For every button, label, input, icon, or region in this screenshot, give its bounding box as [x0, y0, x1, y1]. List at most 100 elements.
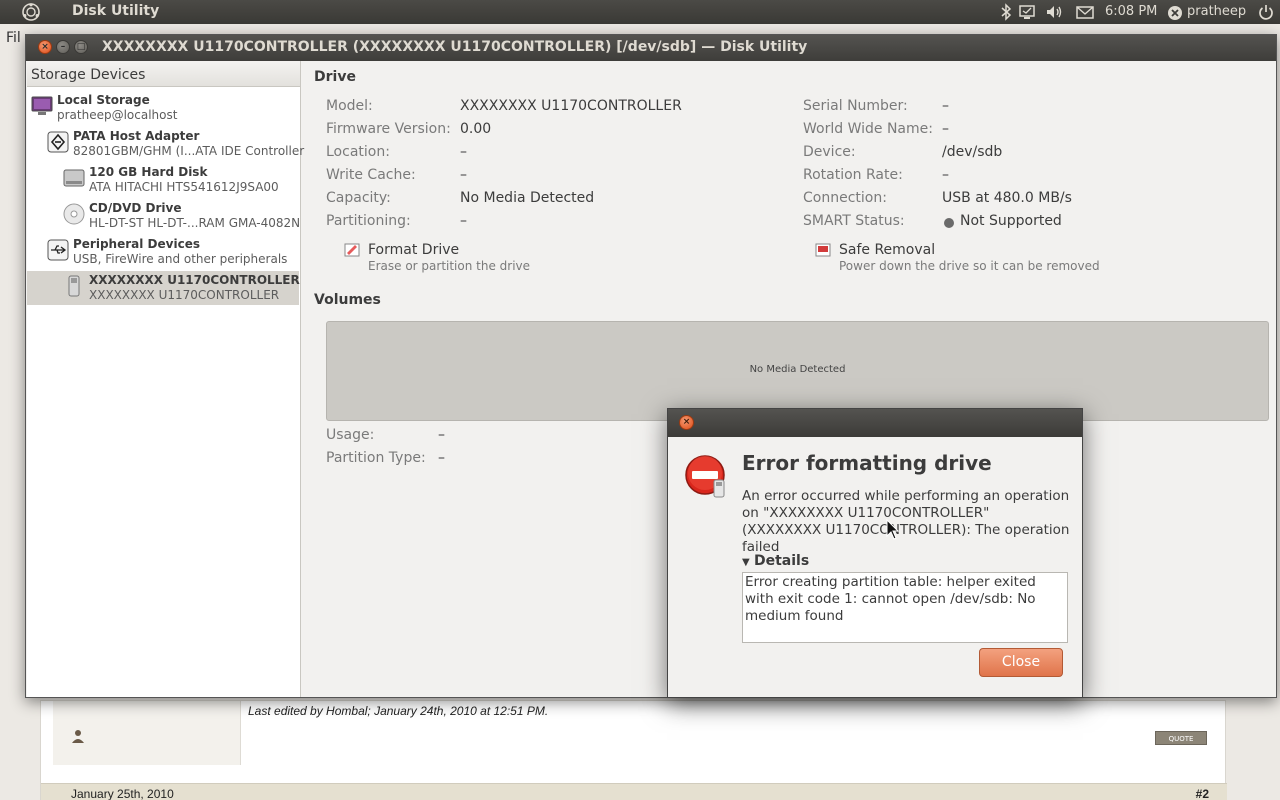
ubuntu-logo-icon[interactable]: [22, 3, 40, 21]
bluetooth-icon[interactable]: [1000, 3, 1012, 21]
format-drive-subtitle: Erase or partition the drive: [368, 259, 531, 273]
tree-item-subtitle: 82801GBM/GHM (I...ATA IDE Controller: [73, 144, 305, 158]
hard-disk-icon: [63, 169, 85, 187]
details-label: Details: [754, 553, 810, 569]
tree-item-pata-host-adapter[interactable]: PATA Host Adapter 82801GBM/GHM (I...ATA …: [27, 127, 304, 161]
tree-item-subtitle: HL-DT-ST HL-DT-...RAM GMA-4082N: [89, 216, 301, 230]
tree-item-name: 120 GB Hard Disk: [89, 165, 208, 179]
volumes-section-title: Volumes: [314, 292, 381, 308]
user-name[interactable]: pratheep: [1187, 4, 1246, 22]
app-name: Disk Utility: [72, 3, 160, 19]
volume-icon[interactable]: [1045, 3, 1065, 21]
write-cache-value: –: [460, 167, 467, 183]
format-drive-icon: [344, 243, 360, 257]
tree-item-peripheral-devices[interactable]: Peripheral Devices USB, FireWire and oth…: [27, 235, 299, 269]
capacity-label: Capacity:: [326, 190, 391, 206]
post-header-row: January 25th, 2010 #2: [41, 783, 1227, 800]
connection-label: Connection:: [803, 190, 887, 206]
user-icon[interactable]: [1167, 4, 1183, 22]
clock[interactable]: 6:08 PM: [1105, 4, 1157, 22]
serial-number-label: Serial Number:: [803, 98, 908, 114]
disk-utility-window: × – □ XXXXXXXX U1170CONTROLLER (XXXXXXXX…: [25, 34, 1277, 698]
tree-item-subtitle: pratheep@localhost: [57, 108, 178, 122]
dialog-close-button[interactable]: ×: [679, 415, 694, 430]
tree-item-hard-disk[interactable]: 120 GB Hard Disk ATA HITACHI HTS541612J9…: [27, 163, 299, 197]
minimize-icon: –: [60, 42, 66, 52]
safe-removal-title: Safe Removal: [839, 242, 936, 258]
usage-value: –: [438, 427, 445, 443]
browser-menu-hint[interactable]: Fil: [6, 30, 21, 46]
partitioning-label: Partitioning:: [326, 213, 411, 229]
tree-item-subtitle: ATA HITACHI HTS541612J9SA00: [89, 180, 279, 194]
window-minimize-button[interactable]: –: [56, 40, 70, 54]
partitioning-value: –: [460, 213, 467, 229]
volume-map[interactable]: No Media Detected: [326, 321, 1269, 421]
tree-item-name: Peripheral Devices: [73, 237, 200, 251]
model-value: XXXXXXXX U1170CONTROLLER: [460, 98, 682, 114]
tree-item-usb-controller[interactable]: XXXXXXXX U1170CONTROLLER XXXXXXXX U1170C…: [27, 271, 300, 305]
location-value: –: [460, 144, 467, 160]
tree-item-name: PATA Host Adapter: [73, 129, 200, 143]
status-dot-icon: [944, 218, 954, 228]
firmware-value: 0.00: [460, 121, 492, 137]
post-date: January 25th, 2010: [71, 787, 174, 800]
sidebar-header: Storage Devices: [27, 61, 300, 87]
partition-type-value: –: [438, 450, 445, 466]
usb-drive-icon: [68, 275, 80, 297]
close-icon: ×: [41, 42, 49, 52]
details-expander[interactable]: ▼ Details: [742, 553, 809, 569]
drive-section-title: Drive: [314, 69, 356, 85]
model-label: Model:: [326, 98, 373, 114]
close-button[interactable]: Close: [979, 648, 1063, 677]
serial-number-value: –: [942, 98, 949, 114]
tree-item-name: CD/DVD Drive: [89, 201, 182, 215]
tree-item-name: XXXXXXXX U1170CONTROLLER: [89, 273, 300, 287]
post-author-panel: [53, 701, 241, 765]
details-text-box[interactable]: Error creating partition table: helper e…: [742, 572, 1068, 643]
capacity-value: No Media Detected: [460, 190, 595, 206]
top-panel: Disk Utility 6:08 PM pratheep: [0, 0, 1280, 24]
mail-icon[interactable]: [1075, 3, 1095, 21]
tree-item-cd-dvd-drive[interactable]: CD/DVD Drive HL-DT-ST HL-DT-...RAM GMA-4…: [27, 199, 301, 233]
optical-drive-icon: [63, 203, 85, 225]
firmware-label: Firmware Version:: [326, 121, 451, 137]
device-value: /dev/sdb: [942, 144, 1003, 160]
usage-label: Usage:: [326, 427, 375, 443]
post-number-link[interactable]: #2: [1196, 787, 1209, 800]
edited-note: Last edited by Hombal; January 24th, 201…: [248, 704, 549, 718]
tree-item-subtitle: XXXXXXXX U1170CONTROLLER: [89, 288, 280, 302]
dialog-message: An error occurred while performing an op…: [742, 488, 1070, 555]
power-icon[interactable]: [1257, 3, 1275, 21]
wwn-label: World Wide Name:: [803, 121, 933, 137]
connection-value: USB at 480.0 MB/s: [942, 190, 1072, 206]
window-close-button[interactable]: ×: [38, 40, 52, 54]
dialog-heading: Error formatting drive: [742, 451, 992, 475]
tree-item-local-storage[interactable]: Local Storage pratheep@localhost: [27, 91, 299, 125]
window-titlebar[interactable]: × – □ XXXXXXXX U1170CONTROLLER (XXXXXXXX…: [26, 35, 1276, 61]
error-icon: [685, 455, 725, 498]
write-cache-label: Write Cache:: [326, 167, 416, 183]
error-dialog: × Error formatting drive An error occurr…: [667, 408, 1083, 698]
computer-icon: [31, 96, 53, 115]
dialog-titlebar[interactable]: ×: [668, 409, 1082, 437]
location-label: Location:: [326, 144, 390, 160]
close-icon: ×: [682, 417, 691, 427]
mouse-cursor-icon: [886, 519, 900, 540]
volume-map-text: No Media Detected: [749, 364, 846, 375]
format-drive-title: Format Drive: [368, 242, 460, 258]
window-title: XXXXXXXX U1170CONTROLLER (XXXXXXXX U1170…: [102, 39, 808, 55]
user-status-icon: [72, 730, 84, 743]
format-drive-action[interactable]: Format Drive Erase or partition the driv…: [344, 242, 584, 278]
forum-post: Last edited by Hombal; January 24th, 201…: [40, 700, 1227, 800]
maximize-icon: □: [76, 42, 86, 52]
quote-button[interactable]: QUOTE: [1155, 731, 1207, 745]
window-maximize-button[interactable]: □: [74, 40, 88, 54]
network-icon[interactable]: [1018, 3, 1036, 21]
tree-item-subtitle: USB, FireWire and other peripherals: [73, 252, 288, 266]
expander-arrow-icon: ▼: [742, 557, 750, 568]
device-label: Device:: [803, 144, 856, 160]
usb-icon: [47, 239, 69, 261]
safe-removal-action[interactable]: Safe Removal Power down the drive so it …: [815, 242, 1115, 278]
smart-status-value: Not Supported: [960, 213, 1062, 229]
rotation-rate-value: –: [942, 167, 949, 183]
